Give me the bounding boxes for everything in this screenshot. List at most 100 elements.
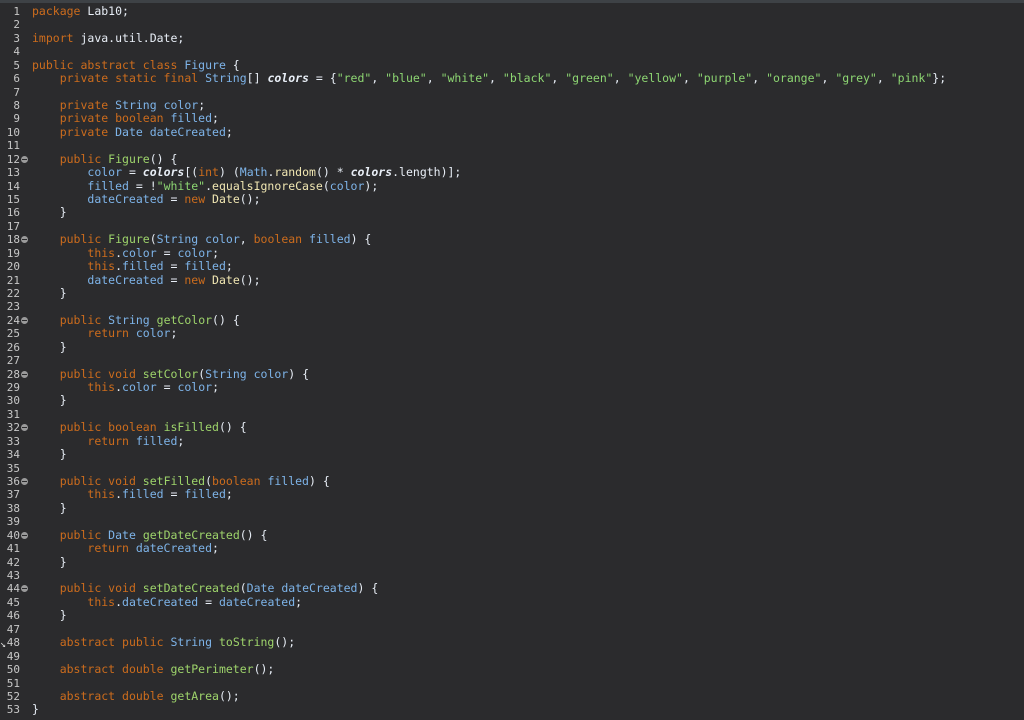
token-plain: , [426,71,441,86]
fold-collapse-icon[interactable] [21,236,28,244]
fold-collapse-icon[interactable] [21,424,28,432]
code-line[interactable]: 18 public Figure(String color, boolean f… [0,232,1024,247]
code-line[interactable]: 20 this.filled = filled; [0,259,1024,273]
code-line[interactable]: 40 public Date getDateCreated() { [0,527,1024,542]
code-line[interactable]: 32 public boolean isFilled() { [0,421,1024,435]
token-fn: getDateCreated [142,527,240,542]
code-line[interactable]: 51 [0,677,1024,690]
code-line[interactable]: 45 this.dateCreated = dateCreated; [0,594,1024,609]
code-text: } [32,286,67,300]
code-line[interactable]: 48 abstract public String toString(); [0,635,1024,650]
token-type: String [156,232,199,247]
code-line[interactable]: 53} [0,702,1024,717]
code-line[interactable]: 35 [0,462,1024,475]
token-kw: public void [59,581,143,596]
code-line[interactable]: 6 private static final String[] colors =… [0,71,1024,86]
code-text: } [32,394,67,407]
line-number: 53 [6,703,20,717]
token-sfield: colors [142,165,185,180]
code-line[interactable]: 26 } [0,340,1024,354]
token-plain: ; [177,433,185,448]
code-line[interactable]: 23 [0,300,1024,313]
code-line[interactable]: 16 } [0,206,1024,220]
line-number: 51 [6,676,20,690]
code-line[interactable]: 43 [0,569,1024,582]
token-var: color [87,165,123,180]
token-type: String [205,71,247,86]
code-line[interactable]: 14 filled = !"white".equalsIgnoreCase(co… [0,178,1024,193]
token-plain: ( [322,178,330,193]
code-line[interactable]: 3 import java.util.Date; [0,31,1024,45]
code-line[interactable]: 39 [0,515,1024,528]
code-text: private boolean filled; [32,112,219,125]
line-number: 25 [6,327,20,341]
token-plain: } [32,702,39,717]
code-line[interactable]: 24 public String getColor() { [0,313,1024,327]
token-plain: , [752,71,767,86]
code-text: this.color = color; [32,380,219,394]
token-plain: . [115,245,123,260]
code-line[interactable]: 29 this.color = color; [0,380,1024,394]
fold-collapse-icon[interactable] [21,478,28,486]
code-line[interactable]: 1 package Lab10; [0,4,1024,18]
code-line[interactable]: 38 } [0,501,1024,515]
token-plain: [( [184,165,199,180]
code-text: private static final String[] colors = {… [32,71,946,86]
code-line[interactable]: 30 } [0,394,1024,408]
token-fn: Figure [108,151,150,166]
code-line[interactable]: 15 dateCreated = new Date(); [0,192,1024,206]
code-line[interactable]: 2 [0,18,1024,31]
code-line[interactable]: 37 this.filled = filled; [0,487,1024,502]
fold-collapse-icon[interactable] [21,155,28,163]
code-line[interactable]: 10 private Date dateCreated; [0,125,1024,139]
code-editor[interactable]: ↘ 1 package Lab10; 2 3 import java.util.Date… [0,0,1024,720]
code-text: this.filled = filled; [32,487,232,501]
code-line[interactable]: 25 return color; [0,327,1024,341]
code-line[interactable]: 5 public abstract class Figure { [0,58,1024,72]
token-fn: toString [218,635,275,650]
code-line[interactable]: 31 [0,408,1024,421]
code-line[interactable]: 36 public void setFilled(boolean filled)… [0,474,1024,489]
token-kw: public void [59,474,143,489]
code-line[interactable]: 42 } [0,555,1024,569]
code-line[interactable]: 21 dateCreated = new Date(); [0,273,1024,287]
code-line[interactable]: 28 public void setColor(String color) { [0,366,1024,381]
line-number: 21 [6,273,20,287]
fold-collapse-icon[interactable] [21,585,28,593]
fold-collapse-icon[interactable] [21,370,28,378]
code-line[interactable]: 13 color = colors[(int) (Math.random() *… [0,165,1024,180]
token-plain: ) { [288,366,310,381]
token-kw: public [59,151,109,166]
fold-collapse-icon[interactable] [21,531,28,539]
code-line[interactable]: 46 } [0,609,1024,623]
code-line[interactable]: 27 [0,354,1024,367]
code-line[interactable]: 50 abstract double getPerimeter(); [0,662,1024,676]
code-line[interactable]: 47 [0,623,1024,636]
code-line[interactable]: 44 public void setDateCreated(Date dateC… [0,581,1024,596]
token-var: color [329,178,365,193]
code-line[interactable]: 49 [0,650,1024,663]
code-line[interactable]: 12 public Figure() { [0,151,1024,166]
code-line[interactable]: 19 this.color = color; [0,245,1024,260]
code-line[interactable]: 7 [0,86,1024,99]
line-number: 9 [13,112,20,126]
token-plain: ( [149,232,157,247]
code-line[interactable]: 9 private boolean filled; [0,112,1024,126]
code-line[interactable]: 4 [0,45,1024,58]
token-kw: this [87,594,116,609]
code-line[interactable]: 17 [0,220,1024,233]
code-line[interactable]: 34 } [0,447,1024,461]
fold-collapse-icon[interactable] [21,316,28,324]
code-line[interactable]: 22 } [0,286,1024,300]
code-line[interactable]: 8 private String color; [0,98,1024,112]
code-line[interactable]: 41 return dateCreated; [0,541,1024,555]
code-line[interactable]: 11 [0,139,1024,152]
token-kw: boolean [253,232,310,247]
code-line[interactable]: 33 return filled; [0,433,1024,448]
code-line[interactable]: 52 abstract double getArea(); [0,689,1024,703]
